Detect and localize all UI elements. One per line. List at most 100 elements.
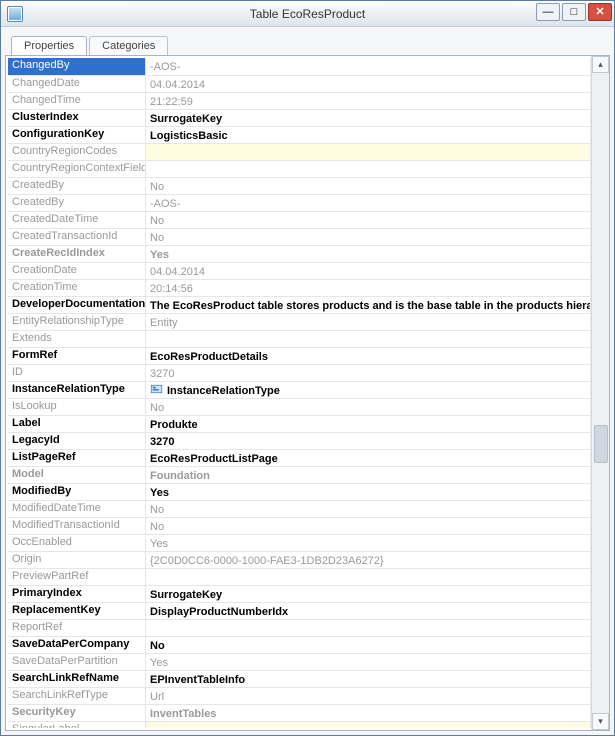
property-value[interactable]: 20:14:56 — [146, 280, 591, 296]
tabs-row: Properties Categories — [5, 33, 610, 55]
property-value[interactable]: Yes — [146, 535, 591, 551]
scroll-down-button[interactable]: ▾ — [592, 713, 609, 730]
property-row[interactable]: ConfigurationKeyLogisticsBasic — [8, 126, 591, 143]
property-grid[interactable]: ChangedBy-AOS-ChangedDate04.04.2014Chang… — [8, 58, 591, 728]
property-value[interactable]: DisplayProductNumberIdx — [146, 603, 591, 619]
property-value[interactable]: No — [146, 178, 591, 194]
maximize-button[interactable]: □ — [562, 3, 586, 21]
scroll-up-button[interactable]: ▴ — [592, 56, 609, 73]
property-row[interactable]: SaveDataPerCompanyNo — [8, 636, 591, 653]
property-row[interactable]: CountryRegionCodes — [8, 143, 591, 160]
property-value[interactable] — [146, 331, 591, 347]
property-row[interactable]: ChangedDate04.04.2014 — [8, 75, 591, 92]
property-value[interactable]: Url — [146, 688, 591, 704]
property-value[interactable]: Foundation — [146, 467, 591, 483]
property-value[interactable]: InstanceRelationType — [146, 382, 591, 398]
property-value[interactable]: 3270 — [146, 365, 591, 381]
property-value[interactable]: No — [146, 399, 591, 415]
property-row[interactable]: ReplacementKeyDisplayProductNumberIdx — [8, 602, 591, 619]
property-row[interactable]: CountryRegionContextField — [8, 160, 591, 177]
property-value[interactable]: Yes — [146, 484, 591, 500]
property-value[interactable]: Yes — [146, 246, 591, 262]
property-value[interactable]: {2C0D0CC6-0000-1000-FAE3-1DB2D23A6272} — [146, 552, 591, 568]
property-row[interactable]: ModifiedTransactionIdNo — [8, 517, 591, 534]
tab-properties[interactable]: Properties — [11, 36, 87, 55]
property-row[interactable]: ListPageRefEcoResProductListPage — [8, 449, 591, 466]
property-row[interactable]: LabelProdukte — [8, 415, 591, 432]
property-row[interactable]: LegacyId3270 — [8, 432, 591, 449]
property-row[interactable]: PrimaryIndexSurrogateKey — [8, 585, 591, 602]
property-row[interactable]: FormRefEcoResProductDetails — [8, 347, 591, 364]
property-name: ClusterIndex — [8, 110, 146, 126]
property-row[interactable]: ChangedTime21:22:59 — [8, 92, 591, 109]
property-row[interactable]: OccEnabledYes — [8, 534, 591, 551]
property-value[interactable] — [146, 569, 591, 585]
property-row[interactable]: ID3270 — [8, 364, 591, 381]
property-row[interactable]: Origin{2C0D0CC6-0000-1000-FAE3-1DB2D23A6… — [8, 551, 591, 568]
tab-categories[interactable]: Categories — [89, 36, 168, 55]
property-row[interactable]: CreatedByNo — [8, 177, 591, 194]
property-row[interactable]: ClusterIndexSurrogateKey — [8, 109, 591, 126]
property-row[interactable]: SecurityKeyInventTables — [8, 704, 591, 721]
property-value[interactable] — [146, 161, 591, 177]
property-row[interactable]: CreatedTransactionIdNo — [8, 228, 591, 245]
property-value[interactable]: No — [146, 229, 591, 245]
property-value-text: 3270 — [150, 368, 174, 380]
property-value[interactable] — [146, 620, 591, 636]
property-row[interactable]: CreationDate04.04.2014 — [8, 262, 591, 279]
property-row[interactable]: EntityRelationshipTypeEntity — [8, 313, 591, 330]
property-value[interactable] — [146, 144, 591, 160]
property-row[interactable]: ModelFoundation — [8, 466, 591, 483]
property-row[interactable]: IsLookupNo — [8, 398, 591, 415]
property-value[interactable]: InventTables — [146, 705, 591, 721]
property-value[interactable]: No — [146, 501, 591, 517]
property-value[interactable]: SurrogateKey — [146, 110, 591, 126]
property-row[interactable]: CreateRecIdIndexYes — [8, 245, 591, 262]
property-row[interactable]: SaveDataPerPartitionYes — [8, 653, 591, 670]
property-row[interactable]: PreviewPartRef — [8, 568, 591, 585]
vertical-scrollbar[interactable]: ▴ ▾ — [591, 56, 609, 730]
scroll-thumb[interactable] — [594, 425, 608, 463]
property-row[interactable]: ChangedBy-AOS- — [8, 58, 591, 75]
property-value[interactable]: 04.04.2014 — [146, 263, 591, 279]
property-value[interactable]: 3270 — [146, 433, 591, 449]
property-value[interactable]: -AOS- — [146, 58, 591, 75]
property-row[interactable]: CreatedDateTimeNo — [8, 211, 591, 228]
property-value[interactable]: Produkte — [146, 416, 591, 432]
property-value[interactable]: 21:22:59 — [146, 93, 591, 109]
property-value[interactable]: LogisticsBasic — [146, 127, 591, 143]
property-value[interactable]: EPInventTableInfo — [146, 671, 591, 687]
close-button[interactable]: ✕ — [588, 3, 612, 21]
property-row[interactable]: SearchLinkRefNameEPInventTableInfo — [8, 670, 591, 687]
minimize-button[interactable]: — — [536, 3, 560, 21]
property-name: LegacyId — [8, 433, 146, 449]
property-value[interactable]: -AOS- — [146, 195, 591, 211]
property-row[interactable]: ModifiedDateTimeNo — [8, 500, 591, 517]
property-value[interactable]: EcoResProductListPage — [146, 450, 591, 466]
title-bar[interactable]: Table EcoResProduct — □ ✕ — [1, 1, 614, 27]
property-value[interactable]: No — [146, 637, 591, 653]
property-value[interactable]: 04.04.2014 — [146, 76, 591, 92]
property-row[interactable]: ReportRef — [8, 619, 591, 636]
property-value[interactable]: Entity — [146, 314, 591, 330]
property-row[interactable]: DeveloperDocumentationThe EcoResProduct … — [8, 296, 591, 313]
property-value[interactable]: The EcoResProduct table stores products … — [146, 297, 591, 313]
property-row[interactable]: SingularLabel — [8, 721, 591, 728]
property-row[interactable]: SearchLinkRefTypeUrl — [8, 687, 591, 704]
property-value[interactable]: SurrogateKey — [146, 586, 591, 602]
property-row[interactable]: CreatedBy-AOS- — [8, 194, 591, 211]
property-value[interactable]: Yes — [146, 654, 591, 670]
property-row[interactable]: CreationTime20:14:56 — [8, 279, 591, 296]
property-row[interactable]: InstanceRelationTypeInstanceRelationType — [8, 381, 591, 398]
property-row[interactable]: ModifiedByYes — [8, 483, 591, 500]
property-value-text: No — [150, 215, 164, 227]
property-name: ChangedTime — [8, 93, 146, 109]
property-value[interactable]: EcoResProductDetails — [146, 348, 591, 364]
tab-label: Categories — [102, 40, 155, 52]
property-name: ConfigurationKey — [8, 127, 146, 143]
property-value-text: EcoResProductDetails — [150, 351, 268, 363]
property-value[interactable] — [146, 722, 591, 728]
property-value[interactable]: No — [146, 212, 591, 228]
property-value[interactable]: No — [146, 518, 591, 534]
property-row[interactable]: Extends — [8, 330, 591, 347]
